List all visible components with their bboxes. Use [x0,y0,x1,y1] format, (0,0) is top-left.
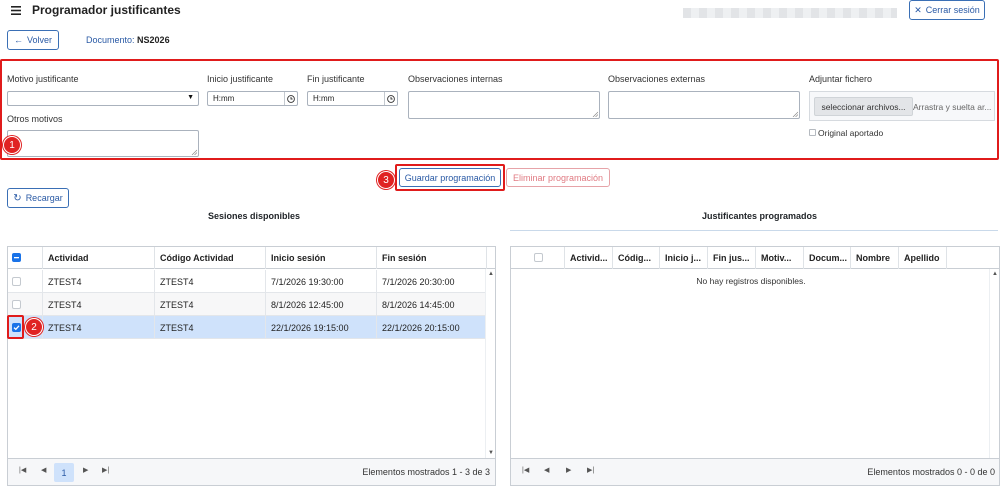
user-name-blurred [683,8,897,18]
justificantes-grid-header: Activid... Códig... Inicio j... Fin jus.… [511,247,999,269]
col-apellido[interactable]: Apellido [899,247,947,269]
inicio-label: Inicio justificante [207,74,274,84]
annotation-badge-1: 1 [3,136,21,154]
cell-actividad: ZTEST4 [43,316,155,339]
sesiones-footer-count: Elementos mostrados 1 - 3 de 3 [362,467,490,477]
prev-page-icon[interactable]: ◀ [544,466,549,474]
col-actividad[interactable]: Actividad [43,247,155,269]
select-files-button[interactable]: seleccionar archivos... [814,97,913,116]
col-inicio[interactable]: Inicio j... [660,247,708,269]
document-label: Documento: [86,35,135,45]
cell-fin: 22/1/2026 20:15:00 [377,316,487,339]
menu-icon[interactable] [11,6,21,15]
select-all-cell [8,247,43,269]
last-page-icon[interactable]: ▶| [587,466,594,474]
fin-label: Fin justificante [307,74,365,84]
cell-inicio: 22/1/2026 19:15:00 [266,316,377,339]
cell-codigo: ZTEST4 [155,270,266,293]
back-button[interactable]: ← Volver [7,30,59,50]
otros-motivos-textarea[interactable] [7,130,199,157]
table-row[interactable]: ZTEST4 ZTEST4 8/1/2026 12:45:00 8/1/2026… [8,293,487,316]
drop-hint: Arrastra y suelta ar... [913,102,992,112]
cell-actividad: ZTEST4 [43,293,155,316]
justificantes-footer-count: Elementos mostrados 0 - 0 de 0 [867,467,995,477]
next-page-icon[interactable]: ▶ [83,466,88,474]
current-page[interactable]: 1 [54,463,74,482]
sesiones-pager: |◀ ◀ 1 ▶ ▶| Elementos mostrados 1 - 3 de… [8,458,495,485]
col-nombre[interactable]: Nombre [851,247,899,269]
sesiones-grid: Actividad Código Actividad Inicio sesión… [7,246,496,486]
cell-codigo: ZTEST4 [155,293,266,316]
row-checkbox[interactable] [12,277,21,286]
select-all-cell [511,247,565,269]
scroll-up-icon[interactable]: ▲ [992,271,998,277]
first-page-icon[interactable]: |◀ [522,466,529,474]
select-all-checkbox[interactable] [534,253,543,262]
obs-internas-textarea[interactable] [408,91,600,119]
sesiones-scrollbar[interactable]: ▲ ▼ [485,269,495,458]
sesiones-grid-header: Actividad Código Actividad Inicio sesión… [8,247,495,269]
cell-fin: 7/1/2026 20:30:00 [377,270,487,293]
inicio-time-input[interactable]: H:mm [207,91,298,106]
cell-codigo: ZTEST4 [155,316,266,339]
cell-inicio: 7/1/2026 19:30:00 [266,270,377,293]
table-row-selected[interactable]: ZTEST4 ZTEST4 22/1/2026 19:15:00 22/1/20… [8,316,487,339]
annotation-badge-3: 3 [377,171,395,189]
select-all-checkbox[interactable] [12,253,21,262]
col-actividad[interactable]: Activid... [565,247,613,269]
prev-page-icon[interactable]: ◀ [41,466,46,474]
col-codigo-actividad[interactable]: Código Actividad [155,247,266,269]
sesiones-title: Sesiones disponibles [208,211,301,221]
document-info: Documento: NS2026 [86,35,170,45]
arrow-left-icon: ← [13,35,23,45]
file-upload-dropzone[interactable]: seleccionar archivos... Arrastra y suelt… [809,91,995,121]
close-icon: ✕ [914,4,922,15]
last-page-icon[interactable]: ▶| [102,466,109,474]
justificantes-title: Justificantes programados [702,211,818,221]
cell-inicio: 8/1/2026 12:45:00 [266,293,377,316]
otros-motivos-label: Otros motivos [7,114,63,124]
clock-icon[interactable] [384,92,397,105]
empty-message: No hay registros disponibles. [696,276,806,286]
recargar-button[interactable]: ↻ Recargar [7,188,69,208]
col-documento[interactable]: Docum... [804,247,851,269]
col-fin[interactable]: Fin jus... [708,247,756,269]
row-checkbox[interactable] [12,300,21,309]
first-page-icon[interactable]: |◀ [19,466,26,474]
fin-time-input[interactable]: H:mm [307,91,398,106]
adjuntar-label: Adjuntar fichero [809,74,873,84]
table-row[interactable]: ZTEST4 ZTEST4 7/1/2026 19:30:00 7/1/2026… [8,270,487,293]
cell-fin: 8/1/2026 14:45:00 [377,293,487,316]
motivo-select[interactable]: ▼ [7,91,199,106]
col-codigo[interactable]: Códig... [613,247,660,269]
eliminar-programacion-button[interactable]: Eliminar programación [506,168,610,187]
guardar-programacion-button[interactable]: Guardar programación [399,168,501,187]
obs-externas-textarea[interactable] [608,91,800,119]
scroll-down-icon[interactable]: ▼ [488,450,494,456]
page-title: Programador justificantes [32,3,181,17]
justificantes-pager: |◀ ◀ ▶ ▶| Elementos mostrados 0 - 0 de 0 [511,458,999,485]
original-label: Original aportado [818,128,884,138]
motivo-label: Motivo justificante [7,74,79,84]
dropdown-caret-icon: ▼ [187,94,194,101]
next-page-icon[interactable]: ▶ [566,466,571,474]
logout-button[interactable]: ✕ Cerrar sesión [909,0,985,20]
document-value: NS2026 [137,35,170,45]
col-motivo[interactable]: Motiv... [756,247,804,269]
divider [510,230,998,231]
original-checkbox[interactable] [809,129,816,136]
col-inicio-sesion[interactable]: Inicio sesión [266,247,377,269]
cell-actividad: ZTEST4 [43,270,155,293]
scroll-up-icon[interactable]: ▲ [488,271,494,277]
obs-internas-label: Observaciones internas [408,74,503,84]
clock-icon[interactable] [284,92,297,105]
annotation-badge-2: 2 [25,318,43,336]
obs-externas-label: Observaciones externas [608,74,706,84]
annotation-box-row-check [7,315,24,339]
justificantes-scrollbar[interactable]: ▲ [989,269,999,458]
justificantes-grid: Activid... Códig... Inicio j... Fin jus.… [510,246,1000,486]
col-fin-sesion[interactable]: Fin sesión [377,247,487,269]
refresh-icon: ↻ [13,192,22,204]
